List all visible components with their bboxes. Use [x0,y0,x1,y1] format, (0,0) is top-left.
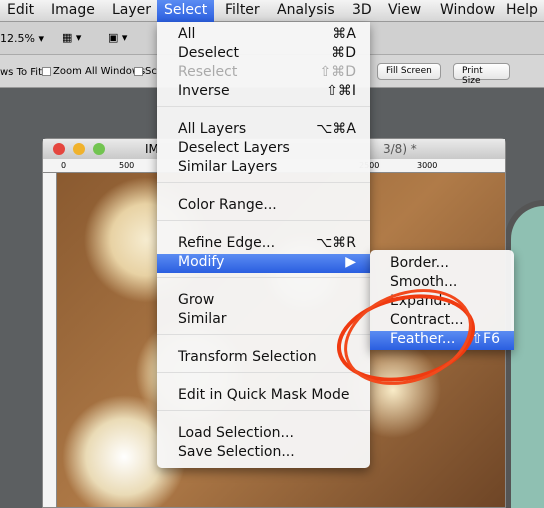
submenu-item-smooth[interactable]: Smooth... [370,274,514,293]
ruler-tick: 3000 [417,161,438,170]
menu-window[interactable]: Window [440,2,495,18]
menu-item-reselect[interactable]: Reselect ⇧⌘D [157,64,370,83]
scrubby-label: Sc [145,66,157,77]
zoom-value: 12.5% [0,32,35,45]
menu-item-shortcut: ⌘D [331,45,356,61]
submenu-item-contract[interactable]: Contract... [370,312,514,331]
menu-item-label: Edit in Quick Mask Mode [178,387,350,403]
submenu-item-border[interactable]: Border... [370,255,514,274]
submenu-item-label: Smooth... [390,274,458,290]
submenu-item-label: Feather... [390,331,456,347]
menu-analysis[interactable]: Analysis [277,2,335,18]
menu-item-label: Save Selection... [178,444,295,460]
submenu-item-label: Expand... [390,293,456,309]
scrubby-checkbox[interactable]: Sc [132,66,157,77]
menu-item-shortcut: ▶ [345,254,356,270]
close-icon[interactable] [53,143,65,155]
menu-item-shortcut: ⇧⌘I [326,83,356,99]
fill-screen-button[interactable]: Fill Screen [377,63,441,80]
menu-separator [157,334,370,335]
zoom-all-windows-checkbox[interactable]: Zoom All Windows [40,66,145,77]
menu-item-deselect-layers[interactable]: Deselect Layers [157,140,370,159]
arrange-documents-icon[interactable]: ▦ ▾ [62,31,81,44]
menu-item-label: Transform Selection [178,349,317,365]
menu-item-color-range[interactable]: Color Range... [157,197,370,216]
submenu-item-expand[interactable]: Expand... [370,293,514,312]
menu-item-label: Load Selection... [178,425,294,441]
ruler-tick: 0 [61,161,67,170]
menu-image[interactable]: Image [51,2,95,18]
ruler-tick: 500 [119,161,135,170]
menu-item-shortcut: ⇧⌘D [319,64,356,80]
select-menu: All ⌘A Deselect ⌘D Reselect ⇧⌘D Inverse ⇧⌘I All … [157,22,370,468]
fit-label: ws To Fit [0,67,42,78]
menu-layer[interactable]: Layer [112,2,151,18]
menu-item-label: Color Range... [178,197,277,213]
modify-submenu: Border... Smooth... Expand... Contract... Fe… [370,250,514,350]
menu-select[interactable]: Select [157,0,215,22]
zoom-icon[interactable] [93,143,105,155]
screen-mode-icon[interactable]: ▣ ▾ [108,31,127,44]
menu-item-inverse[interactable]: Inverse ⇧⌘I [157,83,370,102]
menu-edit[interactable]: Edit [7,2,34,18]
menu-item-all-layers[interactable]: All Layers ⌥⌘A [157,121,370,140]
menu-item-shortcut: ⌥⌘R [316,235,356,251]
menu-item-load-selection[interactable]: Load Selection... [157,425,370,444]
menu-item-label: All [178,26,196,42]
menu-3d[interactable]: 3D [352,2,372,18]
vertical-ruler [43,173,57,507]
menu-separator [157,277,370,278]
menu-item-label: Refine Edge... [178,235,276,251]
print-size-button[interactable]: Print Size [453,63,510,86]
menu-item-modify[interactable]: Modify ▶ [157,254,370,273]
menu-item-label: Grow [178,292,215,308]
menu-item-shortcut: ⌘A [332,26,356,42]
menu-item-label: Deselect [178,45,239,61]
menu-item-refine-edge[interactable]: Refine Edge... ⌥⌘R [157,235,370,254]
menu-item-label: Similar Layers [178,159,278,175]
menu-separator [157,410,370,411]
submenu-item-shortcut: ⇧F6 [471,331,500,347]
menu-item-transform-selection[interactable]: Transform Selection [157,349,370,368]
menu-separator [157,220,370,221]
menu-item-similar[interactable]: Similar [157,311,370,330]
menu-item-save-selection[interactable]: Save Selection... [157,444,370,463]
background-shape [505,200,544,508]
submenu-item-label: Contract... [390,312,464,328]
submenu-item-feather[interactable]: Feather... ⇧F6 [370,331,514,350]
minimize-icon[interactable] [73,143,85,155]
document-title-end: 3/8) * [383,142,417,156]
menu-item-label: Similar [178,311,227,327]
menu-item-similar-layers[interactable]: Similar Layers [157,159,370,178]
menu-separator [157,182,370,183]
menu-item-edit-in-quick-mask-mode[interactable]: Edit in Quick Mask Mode [157,387,370,406]
menu-filter[interactable]: Filter [225,2,260,18]
zoom-level-dropdown[interactable]: 12.5% ▾ [0,32,44,45]
menu-item-label: Deselect Layers [178,140,290,156]
menu-item-label: Inverse [178,83,230,99]
menu-item-label: All Layers [178,121,247,137]
menu-help[interactable]: Help [506,2,538,18]
menu-item-label: Modify [178,254,225,270]
menu-item-grow[interactable]: Grow [157,292,370,311]
menu-item-all[interactable]: All ⌘A [157,26,370,45]
menu-separator [157,106,370,107]
menu-separator [157,372,370,373]
menu-item-deselect[interactable]: Deselect ⌘D [157,45,370,64]
menubar: Edit Image Layer Select Filter Analysis … [0,0,544,22]
menu-item-label: Reselect [178,64,238,80]
menu-view[interactable]: View [388,2,421,18]
menu-item-shortcut: ⌥⌘A [316,121,356,137]
submenu-item-label: Border... [390,255,450,271]
